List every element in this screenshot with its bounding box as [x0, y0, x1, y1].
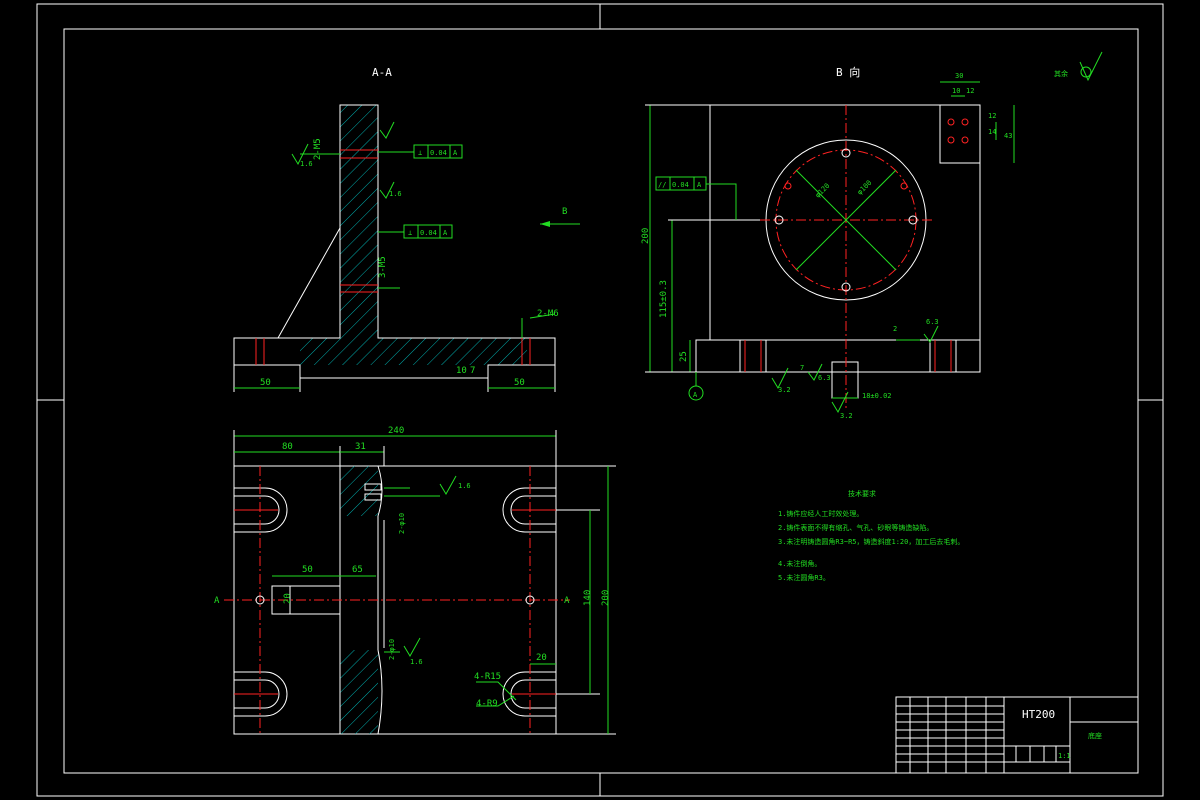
- tech-item-1: 1.铸件应经人工时效处理。: [778, 509, 863, 518]
- tol-aa-1-ref: A: [453, 149, 458, 157]
- dim-plan-65: 65: [352, 565, 363, 575]
- rough-plan-top: 1.6: [458, 482, 471, 490]
- roughness-note: 其余: [1054, 51, 1103, 82]
- dim-b-18: 18±0.02: [862, 392, 892, 400]
- dim-b-12b: 12: [988, 112, 996, 120]
- dim-plan-20a: 20: [283, 593, 293, 604]
- dim-b-115: 115±0.3: [659, 280, 669, 318]
- tech-item-3: 3.未注明铸造圆角R3~R5，铸造斜度1:20，加工后去毛刺。: [778, 537, 964, 546]
- thread-aa-left: 2-M5: [313, 138, 323, 160]
- tol-b-par: 0.04: [672, 181, 689, 189]
- thread-aa-top: 2-M6: [537, 309, 559, 319]
- dim-plan-240: 240: [388, 426, 404, 436]
- dim-plan-20b: 20: [536, 653, 547, 663]
- section-outline: [233, 104, 556, 379]
- tol-aa-sym-2: ⊥: [408, 229, 412, 237]
- view-b: B 向 φ120 φ100 30 10 12 14 12 43 200 115±…: [641, 65, 1015, 420]
- datum-a: A: [693, 391, 698, 399]
- dim-plan-50: 50: [302, 565, 313, 575]
- tol-b-sym: //: [658, 181, 666, 189]
- dim-aa-50-right: 50: [514, 378, 525, 388]
- rough-b-c: 6.3: [926, 318, 939, 326]
- cad-drawing-canvas: A-A 50 50 2-M6 10 7 2-M5 3-M5 1.6 1.6 ⊥ …: [36, 3, 1164, 797]
- dim-b-25: 25: [679, 351, 689, 362]
- dim-b-43: 43: [1004, 132, 1012, 140]
- tech-requirements: 技术要求 1.铸件应经人工时效处理。 2.铸件表面不得有缩孔、气孔、砂眼等铸造缺…: [778, 489, 964, 582]
- dim-b-10: 10: [952, 87, 960, 95]
- tol-aa-2: 0.04: [420, 229, 437, 237]
- rough-b-d: 3.2: [840, 412, 853, 420]
- section-aa-view: A-A 50 50 2-M6 10 7 2-M5 3-M5 1.6 1.6 ⊥ …: [233, 66, 580, 392]
- dim-plan-140: 140: [583, 590, 593, 606]
- rough-plan-bot: 1.6: [410, 658, 423, 666]
- section-a-right: A: [564, 596, 570, 606]
- view-arrow-b: B: [562, 207, 567, 217]
- tech-item-2: 2.铸件表面不得有缩孔、气孔、砂眼等铸造缺陷。: [778, 523, 933, 532]
- tol-aa-1: 0.04: [430, 149, 447, 157]
- view-b-title: B 向: [836, 65, 860, 79]
- title-block-part-name: 底座: [1088, 731, 1102, 740]
- dia-100: φ100: [856, 179, 874, 197]
- thread-aa-mid: 3-M5: [378, 256, 388, 278]
- radius-r15: 4-R15: [474, 672, 501, 682]
- dim-b-30: 30: [955, 72, 963, 80]
- dim-b-200: 200: [641, 228, 651, 244]
- dim-aa-7: 7: [470, 366, 475, 376]
- radius-r9: 4-R9: [476, 699, 498, 709]
- title-block-material: HT200: [1022, 708, 1055, 721]
- roughness-note-label: 其余: [1054, 69, 1068, 78]
- hole-plan-top: 2-φ10: [398, 513, 406, 534]
- view-b-outline: [695, 104, 981, 373]
- dim-aa-10: 10: [456, 366, 467, 376]
- dim-b-14: 14: [988, 128, 996, 136]
- tech-item-4: 4.未注倒角。: [778, 559, 821, 568]
- dim-b-7: 7: [800, 364, 804, 372]
- tol-aa-sym-1: ⊥: [418, 149, 422, 157]
- section-aa-title: A-A: [372, 66, 392, 79]
- rough-b-a: 3.2: [778, 386, 791, 394]
- section-hatch: [300, 105, 527, 365]
- tol-aa-2-ref: A: [443, 229, 448, 237]
- section-a-left: A: [214, 596, 220, 606]
- tech-item-5: 5.未注圆角R3。: [778, 573, 830, 582]
- tol-b-ref: A: [697, 181, 702, 189]
- title-block: HT200 底座 1:1: [895, 696, 1139, 774]
- plan-view: A A 240 80 31 50 65 20 140 200 20 4-R15 …: [214, 426, 616, 735]
- title-block-scale: 1:1: [1058, 752, 1071, 760]
- rough-aa-2: 1.6: [389, 190, 402, 198]
- sheet-border: [36, 3, 1164, 797]
- dim-aa-50-left: 50: [260, 378, 271, 388]
- dim-b-2: 2: [893, 325, 897, 333]
- dim-plan-31: 31: [355, 442, 366, 452]
- rough-aa-1: 1.6: [300, 160, 313, 168]
- dim-b-12: 12: [966, 87, 974, 95]
- dim-plan-80: 80: [282, 442, 293, 452]
- hole-plan-bot: 2-φ10: [388, 639, 396, 660]
- dim-plan-200: 200: [601, 590, 611, 606]
- rough-b-b: 6.3: [818, 374, 831, 382]
- tech-title: 技术要求: [848, 489, 876, 498]
